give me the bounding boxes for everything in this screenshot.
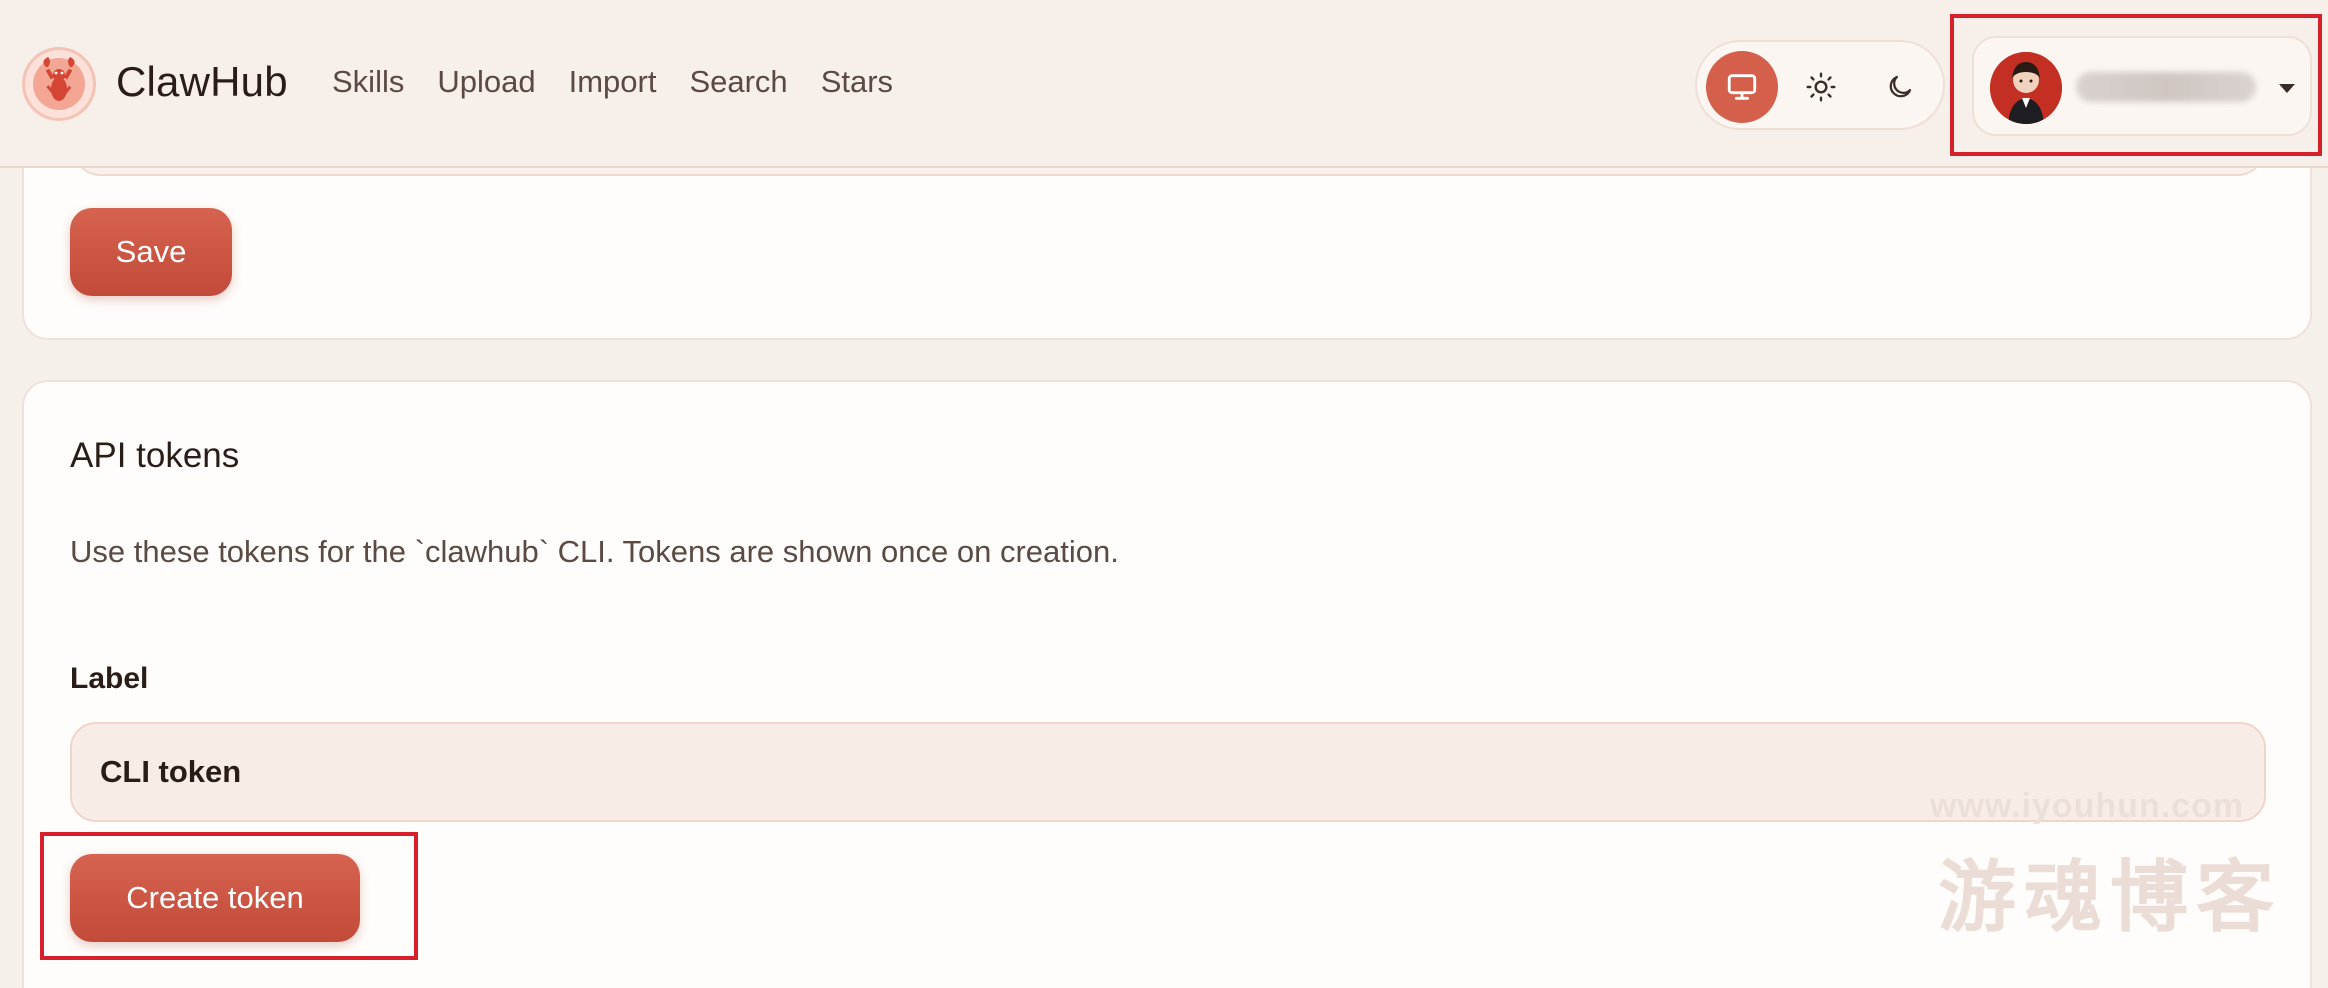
save-button[interactable]: Save — [70, 208, 232, 296]
section-description: Use these tokens for the `clawhub` CLI. … — [70, 534, 1119, 569]
main-nav: Skills Upload Import Search Stars — [332, 64, 926, 100]
nav-skills[interactable]: Skills — [332, 64, 404, 100]
avatar-icon — [1990, 52, 2062, 124]
user-menu-button[interactable] — [1972, 36, 2312, 136]
page: ClawHub Skills Upload Import Search Star… — [0, 0, 2328, 988]
lobster-logo-icon[interactable] — [22, 47, 96, 121]
brand-title[interactable]: ClawHub — [116, 58, 288, 106]
watermark-text: 游魂博客 — [1938, 853, 2283, 943]
nav-stars[interactable]: Stars — [821, 64, 893, 100]
nav-import[interactable]: Import — [569, 64, 657, 100]
avatar — [1990, 52, 2062, 124]
nav-search[interactable]: Search — [689, 64, 787, 100]
monitor-icon — [1727, 74, 1757, 100]
create-token-button[interactable]: Create token — [70, 854, 360, 942]
nav-upload[interactable]: Upload — [437, 64, 535, 100]
theme-toggle — [1695, 40, 1945, 130]
top-header: ClawHub Skills Upload Import Search Star… — [0, 0, 2328, 168]
light-theme-button[interactable] — [1785, 51, 1857, 123]
watermark-url: www.iyouhun.com — [1930, 787, 2245, 825]
dark-theme-button[interactable] — [1864, 51, 1936, 123]
label-field-label: Label — [70, 662, 149, 695]
moon-icon — [1889, 75, 1912, 98]
username — [2076, 72, 2256, 102]
system-theme-button[interactable] — [1706, 51, 1778, 123]
sun-icon — [1806, 72, 1836, 102]
chevron-down-icon — [2279, 84, 2295, 93]
section-title: API tokens — [70, 436, 240, 475]
